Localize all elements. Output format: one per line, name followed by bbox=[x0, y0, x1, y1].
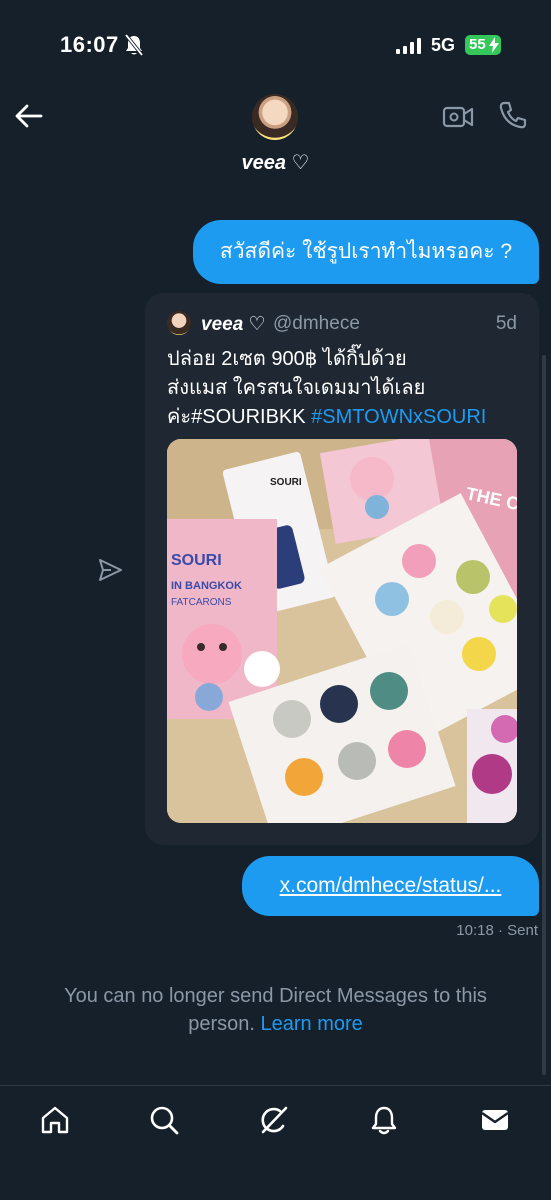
contact-name[interactable]: veea ♡ bbox=[0, 150, 551, 175]
tweet-text-line: ส่งแมส ใครสนใจเดมมาได้เลย bbox=[167, 377, 426, 399]
scrollbar[interactable] bbox=[542, 355, 546, 1075]
bell-muted-icon bbox=[124, 34, 144, 56]
network-type: 5G bbox=[431, 35, 456, 55]
conversation-header: veea ♡ bbox=[0, 80, 551, 200]
message-timestamp: 10:18 · Sent bbox=[456, 922, 538, 939]
tweet-timestamp: 5d bbox=[495, 313, 517, 334]
battery-level: 55 bbox=[469, 36, 486, 53]
box-brand: SOURI bbox=[171, 552, 222, 569]
box-text: IN BANGKOK bbox=[171, 580, 242, 592]
phone-icon[interactable] bbox=[498, 100, 528, 130]
dm-disabled-notice: You can no longer send Direct Messages t… bbox=[30, 982, 521, 1038]
tweet-text: ปล่อย 2เซต 900฿ ได้กิ๊ปด้วย ส่งแมส ใครสน… bbox=[167, 345, 527, 432]
shared-tweet-card[interactable]: veea ♡ @dmhece 5d ปล่อย 2เซต 900฿ ได้กิ๊… bbox=[145, 293, 539, 845]
arrow-left-icon[interactable] bbox=[14, 102, 44, 130]
tweet-text-line: ค่ะ#SOURIBKK #SMTOWNxSOURI bbox=[167, 403, 527, 432]
hashtag-link[interactable]: #SMTOWNxSOURI bbox=[311, 406, 486, 428]
status-time: 16:07 bbox=[60, 32, 119, 57]
signal-strength-icon bbox=[396, 38, 421, 54]
outgoing-link-bubble[interactable]: x.com/dmhece/status/... bbox=[242, 856, 539, 916]
outgoing-message-bubble[interactable]: สวัสดีค่ะ ใช้รูปเราทำไมหรอคะ ? bbox=[193, 220, 539, 284]
box-subtext: FATCARONS bbox=[171, 597, 232, 608]
home-icon[interactable] bbox=[39, 1104, 71, 1136]
tweet-author-avatar[interactable] bbox=[167, 311, 191, 335]
battery-indicator: 55 bbox=[465, 35, 501, 55]
bell-icon[interactable] bbox=[368, 1104, 400, 1136]
learn-more-link[interactable]: Learn more bbox=[260, 1013, 362, 1035]
tweet-author-name: veea ♡ bbox=[201, 314, 266, 335]
tweet-text-plain: ค่ะ#SOURIBKK bbox=[167, 406, 312, 428]
charging-bolt-icon bbox=[489, 37, 499, 53]
search-icon[interactable] bbox=[148, 1104, 180, 1136]
grok-icon[interactable] bbox=[258, 1104, 290, 1136]
envelope-icon[interactable] bbox=[479, 1104, 511, 1136]
tweet-text-line: ปล่อย 2เซต 900฿ ได้กิ๊ปด้วย bbox=[167, 348, 407, 370]
paper-plane-icon[interactable] bbox=[97, 557, 123, 583]
message-link[interactable]: x.com/dmhece/status/... bbox=[280, 874, 502, 897]
bottom-navigation bbox=[0, 1085, 551, 1200]
contact-avatar[interactable] bbox=[252, 94, 298, 140]
dm-conversation-screen: 16:07 5G 55 veea ♡ สวัสดีค่ะ ใช้รูปเราทำ… bbox=[0, 0, 551, 1200]
tweet-photo[interactable]: THE C THE P SOURI SOURI IN BANGKOK FATCA… bbox=[167, 439, 517, 823]
status-bar: 16:07 5G 55 bbox=[0, 0, 551, 80]
clip-brand: SOURI bbox=[270, 477, 302, 488]
tweet-author-handle: @dmhece bbox=[273, 313, 360, 334]
video-camera-icon[interactable] bbox=[442, 104, 474, 130]
